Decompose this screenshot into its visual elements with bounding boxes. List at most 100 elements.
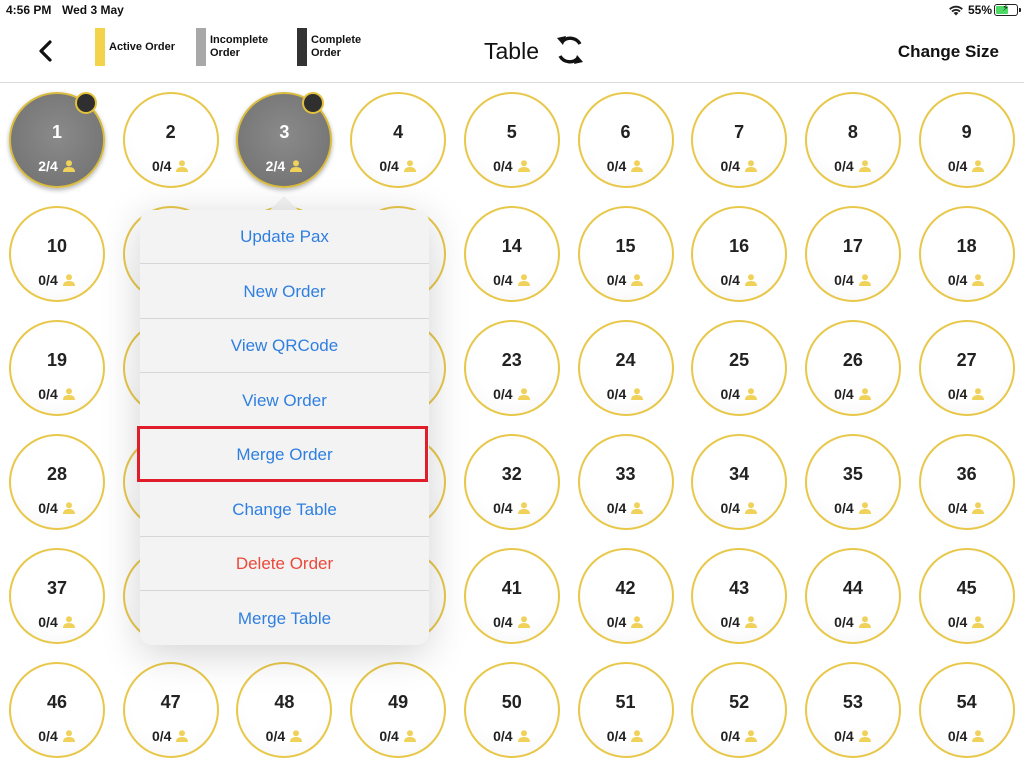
pax-count: 0/4 <box>38 500 58 516</box>
table-53[interactable]: 53 0/4 <box>804 662 901 758</box>
table-number: 35 <box>842 464 863 484</box>
refresh-icon[interactable] <box>553 30 587 70</box>
table-pax: 0/4 <box>466 386 558 402</box>
legend-label: Active Order <box>109 40 176 53</box>
order-status-dot <box>302 92 325 114</box>
menu-delete-order[interactable]: Delete Order <box>140 537 429 591</box>
pax-count: 0/4 <box>151 158 172 174</box>
pax-count: 0/4 <box>834 614 854 630</box>
table-23[interactable]: 23 0/4 <box>463 320 560 416</box>
battery-percent: 55% <box>968 3 993 17</box>
legend-swatch-active <box>95 28 105 66</box>
table-1[interactable]: 1 2/4 <box>9 92 105 188</box>
table-pax: 0/4 <box>580 386 672 402</box>
table-3[interactable]: 3 2/4 <box>236 92 333 188</box>
menu-merge-table[interactable]: Merge Table <box>140 592 429 646</box>
table-2[interactable]: 2 0/4 <box>122 92 219 188</box>
person-icon <box>744 388 757 400</box>
person-icon <box>744 730 757 742</box>
table-25[interactable]: 25 0/4 <box>691 320 788 416</box>
person-icon <box>631 274 644 286</box>
table-number: 16 <box>729 236 750 256</box>
person-icon <box>858 730 871 742</box>
pax-count: 0/4 <box>834 272 854 288</box>
table-45[interactable]: 45 0/4 <box>918 548 1015 644</box>
table-17[interactable]: 17 0/4 <box>804 206 901 302</box>
table-action-menu: Update Pax New Order View QRCode View Order… <box>140 210 429 645</box>
table-49[interactable]: 49 0/4 <box>350 662 447 758</box>
table-37[interactable]: 37 0/4 <box>9 548 105 644</box>
table-36[interactable]: 36 0/4 <box>918 434 1015 530</box>
table-27[interactable]: 27 0/4 <box>918 320 1015 416</box>
table-52[interactable]: 52 0/4 <box>691 662 788 758</box>
table-number: 52 <box>729 692 750 712</box>
table-16[interactable]: 16 0/4 <box>691 206 788 302</box>
table-4[interactable]: 4 0/4 <box>350 92 447 188</box>
table-5[interactable]: 5 0/4 <box>463 92 560 188</box>
table-pax: 0/4 <box>580 728 672 744</box>
table-10[interactable]: 10 0/4 <box>9 206 105 302</box>
table-9[interactable]: 9 0/4 <box>918 92 1015 188</box>
table-number: 48 <box>274 692 295 712</box>
header: Active Order Incomplete Order Complete O… <box>0 20 1024 83</box>
table-26[interactable]: 26 0/4 <box>804 320 901 416</box>
table-pax: 0/4 <box>466 728 558 744</box>
table-32[interactable]: 32 0/4 <box>463 434 560 530</box>
table-7[interactable]: 7 0/4 <box>691 92 788 188</box>
table-pax: 0/4 <box>921 386 1013 402</box>
table-48[interactable]: 48 0/4 <box>236 662 333 758</box>
menu-change-table[interactable]: Change Table <box>140 483 429 537</box>
table-46[interactable]: 46 0/4 <box>9 662 105 758</box>
person-icon <box>517 388 530 400</box>
change-size-button[interactable]: Change Size <box>898 42 999 62</box>
person-icon <box>631 616 644 628</box>
table-pax: 2/4 <box>238 158 330 174</box>
menu-view-qrcode[interactable]: View QRCode <box>140 319 429 373</box>
pax-count: 0/4 <box>947 158 968 174</box>
table-34[interactable]: 34 0/4 <box>691 434 788 530</box>
table-number: 4 <box>393 122 404 142</box>
table-pax: 0/4 <box>921 158 1013 174</box>
table-8[interactable]: 8 0/4 <box>804 92 901 188</box>
table-51[interactable]: 51 0/4 <box>577 662 674 758</box>
menu-merge-order[interactable]: Merge Order <box>140 428 429 482</box>
table-50[interactable]: 50 0/4 <box>463 662 560 758</box>
table-number: 15 <box>615 236 636 256</box>
chevron-left-icon[interactable] <box>32 36 60 66</box>
table-pax: 0/4 <box>580 158 672 174</box>
table-24[interactable]: 24 0/4 <box>577 320 674 416</box>
table-47[interactable]: 47 0/4 <box>122 662 219 758</box>
table-number: 42 <box>615 578 636 598</box>
table-41[interactable]: 41 0/4 <box>463 548 560 644</box>
table-33[interactable]: 33 0/4 <box>577 434 674 530</box>
table-35[interactable]: 35 0/4 <box>804 434 901 530</box>
person-icon <box>62 616 75 628</box>
person-icon <box>631 730 644 742</box>
menu-update-pax[interactable]: Update Pax <box>140 210 429 264</box>
popover-arrow <box>270 196 298 210</box>
table-19[interactable]: 19 0/4 <box>9 320 105 416</box>
table-28[interactable]: 28 0/4 <box>9 434 105 530</box>
table-54[interactable]: 54 0/4 <box>918 662 1015 758</box>
table-43[interactable]: 43 0/4 <box>691 548 788 644</box>
pax-count: 0/4 <box>834 728 854 744</box>
status-date: Wed 3 May <box>62 3 124 17</box>
table-number: 26 <box>842 350 863 370</box>
table-42[interactable]: 42 0/4 <box>577 548 674 644</box>
menu-new-order[interactable]: New Order <box>140 265 429 319</box>
table-pax: 0/4 <box>921 500 1013 516</box>
status-time: 4:56 PM <box>6 3 52 17</box>
table-18[interactable]: 18 0/4 <box>918 206 1015 302</box>
table-pax: 0/4 <box>466 272 558 288</box>
table-number: 2 <box>165 122 176 142</box>
person-icon <box>62 160 75 172</box>
pax-count: 0/4 <box>606 386 627 402</box>
table-14[interactable]: 14 0/4 <box>463 206 560 302</box>
table-44[interactable]: 44 0/4 <box>804 548 901 644</box>
table-pax: 0/4 <box>921 614 1013 630</box>
table-6[interactable]: 6 0/4 <box>577 92 674 188</box>
menu-view-order[interactable]: View Order <box>140 374 429 428</box>
person-icon <box>744 616 757 628</box>
person-icon <box>858 388 871 400</box>
table-15[interactable]: 15 0/4 <box>577 206 674 302</box>
